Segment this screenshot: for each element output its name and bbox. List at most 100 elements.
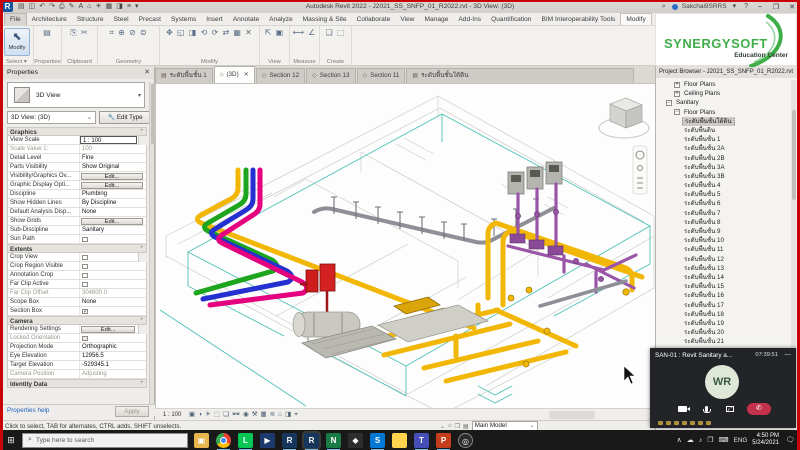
temporary-hide-icon[interactable]: 🕶 — [232, 411, 240, 418]
checkbox-unchecked[interactable] — [82, 254, 88, 260]
collapse-icon[interactable]: − — [666, 99, 672, 106]
properties-help-link[interactable]: Properties help — [7, 407, 49, 414]
taskbar-notepad[interactable]: N — [326, 432, 341, 450]
browser-item[interactable]: ระดับพื้นชั้น 16 — [658, 291, 790, 300]
checkbox-unchecked[interactable] — [82, 281, 88, 287]
hangup-button[interactable]: ✆ — [747, 403, 771, 415]
property-value[interactable]: Edit... — [80, 172, 146, 180]
section-header-identity-data[interactable]: Identity Data ⌃ — [7, 379, 147, 388]
ribbon-tab-bim-interoperability-tools[interactable]: BIM Interoperability Tools — [536, 14, 620, 25]
ribbon-tab-quantification[interactable]: Quantification — [486, 14, 536, 25]
browser-item[interactable]: ระดับพื้นชั้น 3A — [658, 163, 790, 172]
browser-item[interactable]: ระดับพื้นชั้น 21 — [658, 337, 790, 346]
mic-tray-icon[interactable]: ♪ — [699, 437, 703, 444]
view-tab-Section13[interactable]: ◇ Section 13 — [306, 68, 356, 83]
property-value[interactable]: ✓ — [80, 307, 146, 315]
keyboard-icon[interactable]: ⌨ — [719, 436, 729, 444]
shadows-icon[interactable]: ◑ — [198, 411, 202, 418]
browser-item[interactable]: ระดับพื้นชั้น 6 — [658, 199, 790, 208]
viewcube[interactable] — [598, 97, 650, 139]
edit-button[interactable]: Edit... — [81, 172, 143, 180]
filter-icon[interactable]: ❐ — [455, 423, 460, 430]
taskbar-media-circle[interactable]: ◎ — [458, 432, 473, 448]
browser-item[interactable]: ระดับพื้นชั้น 20 — [658, 328, 790, 337]
browser-item[interactable]: ระดับพื้นชั้น 2A — [658, 144, 790, 153]
browser-item[interactable]: ระดับพื้นชั้น 10 — [658, 236, 790, 245]
value-input[interactable]: 1 : 100 — [80, 136, 138, 144]
browser-item[interactable]: ระดับพื้นชั้น 18 — [658, 310, 790, 319]
panel-icons[interactable]: ❏ ⬚ — [320, 28, 351, 37]
taskbar-file-explorer[interactable]: ▣ — [194, 432, 209, 448]
property-value[interactable]: 12956.5 — [80, 352, 146, 360]
reveal-hidden-icon[interactable]: ◉ — [243, 411, 249, 418]
checkbox-unchecked[interactable] — [82, 272, 88, 278]
taskbar-powerpoint[interactable]: P — [436, 432, 451, 450]
chevron-down-icon[interactable]: ▾ — [138, 92, 141, 99]
view-scale-control[interactable]: 1 : 100 — [163, 412, 181, 418]
section-box-icon[interactable]: ◨ — [285, 411, 291, 418]
clock[interactable]: 4:50 PM 5/24/2021 — [752, 433, 779, 447]
panel-icons[interactable]: ✥ ◱ ◨ ⟲ ⟳ ⇄ ▦ ✕ — [160, 28, 259, 37]
property-value[interactable]: None — [80, 298, 146, 306]
start-button[interactable]: ⊞ — [0, 435, 22, 446]
browser-item[interactable]: ระดับพื้นชั้น 7 — [658, 209, 790, 218]
property-value[interactable] — [80, 271, 146, 279]
workset-icon[interactable]: ⌄ — [440, 423, 445, 430]
call-overlay[interactable]: SAN-01 : Revit Sanitary a... 07:39:51 — … — [650, 348, 796, 428]
edit-type-button[interactable]: 🔧 Edit Type — [99, 111, 151, 124]
taskbar-app-dark[interactable]: ◆ — [348, 432, 363, 448]
view-tab-plan[interactable]: ▤ ระดับพื้นชั้นใต้ดิน — [406, 68, 635, 83]
browser-item[interactable]: ระดับพื้นชั้น 8 — [658, 218, 790, 227]
constraints-icon[interactable]: ⌂ — [278, 411, 282, 418]
taskbar-photos[interactable]: ▶ — [260, 432, 275, 448]
sun-path-icon[interactable]: ☀ — [205, 411, 211, 418]
view-tab-3D[interactable]: ⌂ (3D) ✕ — [213, 66, 255, 83]
collapse-icon[interactable]: − — [674, 109, 680, 116]
taskbar-line[interactable]: L — [238, 432, 253, 450]
browser-item[interactable]: ระดับพื้นชั้น 15 — [658, 282, 790, 291]
navigation-bar[interactable] — [632, 145, 648, 195]
taskbar-chrome[interactable] — [216, 432, 231, 450]
ribbon-tab-precast[interactable]: Precast — [134, 14, 166, 25]
view-tab-Section12[interactable]: ◇ Section 12 — [255, 68, 306, 83]
checkbox-unchecked[interactable] — [82, 263, 88, 269]
ribbon-tab-annotate[interactable]: Annotate — [228, 14, 264, 25]
collapse-icon[interactable]: ⌃ — [139, 317, 144, 326]
browser-item[interactable]: ระดับพื้นชั้น 2B — [658, 154, 790, 163]
taskbar-teams[interactable]: T — [414, 432, 429, 450]
browser-item[interactable]: ระดับพื้นชั้น 11 — [658, 245, 790, 254]
ribbon-tab-systems[interactable]: Systems — [166, 14, 201, 25]
minimize-button[interactable]: – — [754, 3, 766, 10]
analysis-icon[interactable]: ≋ — [270, 411, 275, 418]
checkbox-checked[interactable]: ✓ — [82, 308, 88, 314]
section-header-extents[interactable]: Extents ⌃ — [7, 244, 147, 253]
property-value[interactable]: Plumbing — [80, 190, 146, 198]
render-icon[interactable]: ▦ — [261, 411, 267, 418]
property-value[interactable] — [80, 235, 146, 243]
visual-style-icon[interactable]: ▣ — [189, 411, 195, 418]
mic-button[interactable] — [699, 404, 713, 415]
type-selector[interactable]: 3D View ▾ — [7, 82, 145, 108]
window-tray-icon[interactable]: ❐ — [707, 436, 713, 444]
expand-icon[interactable]: + — [674, 81, 680, 88]
crop-icon[interactable]: ⬚ — [214, 411, 220, 418]
collapse-icon[interactable]: ⌃ — [139, 245, 144, 254]
onedrive-cloud-icon[interactable]: ☁ — [687, 436, 694, 444]
browser-item[interactable]: ระดับพื้นชั้น 9 — [658, 227, 790, 236]
property-value[interactable]: None — [80, 208, 146, 216]
edit-button[interactable]: Edit... — [81, 325, 136, 333]
property-value[interactable] — [80, 253, 138, 261]
horizontal-scrollbar[interactable] — [549, 411, 595, 419]
browser-item[interactable]: − Sanitary — [658, 98, 790, 107]
view-tab-1[interactable]: ▤ ระดับพื้นชั้น 1 — [155, 68, 213, 83]
grid-icon[interactable]: ▤ — [463, 423, 469, 430]
ribbon-tab-steel[interactable]: Steel — [109, 14, 134, 25]
taskbar-skype[interactable]: S — [370, 432, 385, 450]
drawing-area[interactable] — [155, 84, 655, 415]
panel-icons[interactable]: ▤ — [34, 28, 61, 37]
minimize-call-button[interactable]: — — [785, 351, 792, 358]
browser-item[interactable]: ระดับพื้นชั้น 1 — [658, 135, 790, 144]
property-value[interactable]: Fine — [80, 154, 146, 162]
property-value[interactable]: Edit... — [80, 217, 146, 225]
ribbon-tab-add-ins[interactable]: Add-Ins — [453, 14, 486, 25]
